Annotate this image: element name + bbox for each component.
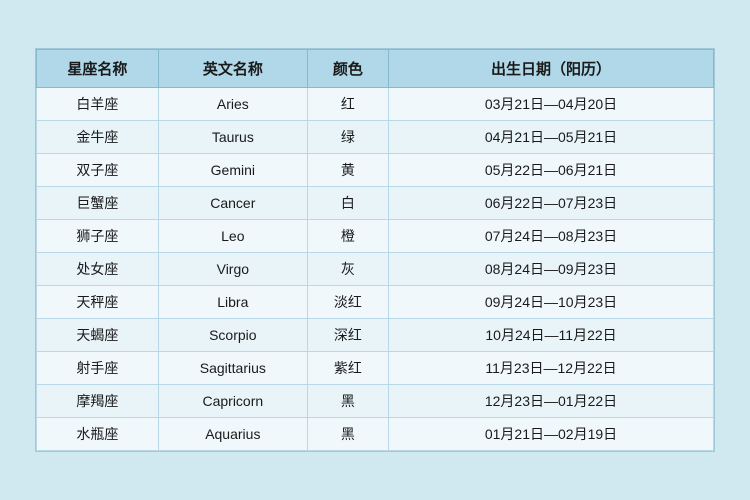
cell-en: Sagittarius — [158, 352, 307, 385]
cell-en: Aries — [158, 88, 307, 121]
cell-color: 紫红 — [307, 352, 388, 385]
cell-date: 10月24日—11月22日 — [389, 319, 714, 352]
table-row: 摩羯座Capricorn黑12月23日—01月22日 — [37, 385, 714, 418]
table-row: 白羊座Aries红03月21日—04月20日 — [37, 88, 714, 121]
header-color: 颜色 — [307, 50, 388, 88]
cell-color: 黑 — [307, 385, 388, 418]
cell-en: Capricorn — [158, 385, 307, 418]
cell-date: 04月21日—05月21日 — [389, 121, 714, 154]
table-row: 射手座Sagittarius紫红11月23日—12月22日 — [37, 352, 714, 385]
header-date: 出生日期（阳历） — [389, 50, 714, 88]
cell-zh: 摩羯座 — [37, 385, 159, 418]
header-zh: 星座名称 — [37, 50, 159, 88]
cell-color: 深红 — [307, 319, 388, 352]
cell-en: Aquarius — [158, 418, 307, 451]
cell-zh: 天蝎座 — [37, 319, 159, 352]
zodiac-table: 星座名称 英文名称 颜色 出生日期（阳历） 白羊座Aries红03月21日—04… — [36, 49, 714, 451]
cell-en: Virgo — [158, 253, 307, 286]
cell-date: 09月24日—10月23日 — [389, 286, 714, 319]
cell-date: 07月24日—08月23日 — [389, 220, 714, 253]
cell-zh: 双子座 — [37, 154, 159, 187]
cell-color: 红 — [307, 88, 388, 121]
cell-zh: 狮子座 — [37, 220, 159, 253]
cell-date: 06月22日—07月23日 — [389, 187, 714, 220]
cell-zh: 天秤座 — [37, 286, 159, 319]
cell-color: 橙 — [307, 220, 388, 253]
cell-en: Cancer — [158, 187, 307, 220]
cell-en: Leo — [158, 220, 307, 253]
table-row: 水瓶座Aquarius黑01月21日—02月19日 — [37, 418, 714, 451]
table-header-row: 星座名称 英文名称 颜色 出生日期（阳历） — [37, 50, 714, 88]
table-row: 双子座Gemini黄05月22日—06月21日 — [37, 154, 714, 187]
cell-color: 白 — [307, 187, 388, 220]
cell-en: Taurus — [158, 121, 307, 154]
cell-date: 05月22日—06月21日 — [389, 154, 714, 187]
cell-date: 12月23日—01月22日 — [389, 385, 714, 418]
cell-zh: 白羊座 — [37, 88, 159, 121]
table-row: 巨蟹座Cancer白06月22日—07月23日 — [37, 187, 714, 220]
table-row: 狮子座Leo橙07月24日—08月23日 — [37, 220, 714, 253]
header-en: 英文名称 — [158, 50, 307, 88]
table-row: 金牛座Taurus绿04月21日—05月21日 — [37, 121, 714, 154]
cell-color: 黑 — [307, 418, 388, 451]
cell-color: 绿 — [307, 121, 388, 154]
cell-date: 03月21日—04月20日 — [389, 88, 714, 121]
cell-en: Gemini — [158, 154, 307, 187]
cell-date: 11月23日—12月22日 — [389, 352, 714, 385]
cell-date: 08月24日—09月23日 — [389, 253, 714, 286]
zodiac-table-container: 星座名称 英文名称 颜色 出生日期（阳历） 白羊座Aries红03月21日—04… — [35, 48, 715, 452]
cell-zh: 射手座 — [37, 352, 159, 385]
cell-color: 淡红 — [307, 286, 388, 319]
cell-en: Scorpio — [158, 319, 307, 352]
table-row: 天蝎座Scorpio深红10月24日—11月22日 — [37, 319, 714, 352]
cell-zh: 金牛座 — [37, 121, 159, 154]
cell-color: 黄 — [307, 154, 388, 187]
cell-color: 灰 — [307, 253, 388, 286]
cell-date: 01月21日—02月19日 — [389, 418, 714, 451]
cell-zh: 处女座 — [37, 253, 159, 286]
cell-zh: 水瓶座 — [37, 418, 159, 451]
cell-en: Libra — [158, 286, 307, 319]
cell-zh: 巨蟹座 — [37, 187, 159, 220]
table-row: 处女座Virgo灰08月24日—09月23日 — [37, 253, 714, 286]
table-row: 天秤座Libra淡红09月24日—10月23日 — [37, 286, 714, 319]
